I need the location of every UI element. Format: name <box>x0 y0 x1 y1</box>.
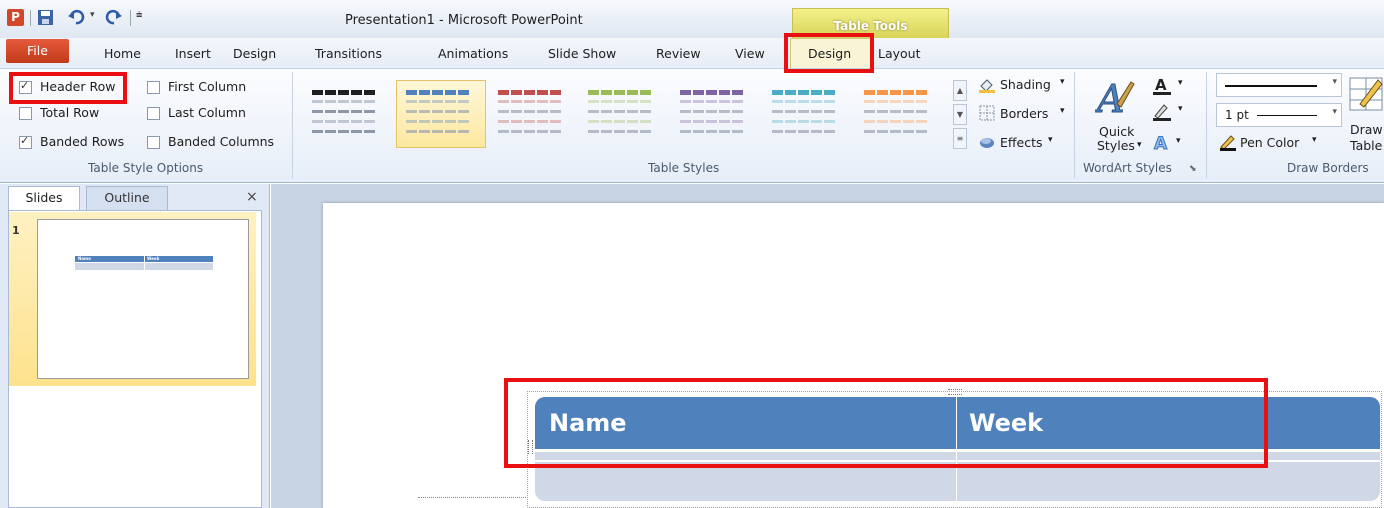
tab-animations[interactable]: Animations <box>438 46 508 61</box>
effects-label[interactable]: Effects <box>1000 135 1043 150</box>
save-icon[interactable] <box>37 9 54 26</box>
table-style-6[interactable] <box>770 86 836 140</box>
highlight-header-row-option <box>9 72 127 104</box>
pen-weight-dropdown-icon: ▾ <box>1332 107 1337 117</box>
tab-insert[interactable]: Insert <box>175 46 211 61</box>
slide-thumbnail[interactable]: Name Week <box>37 219 249 379</box>
slide-number: 1 <box>12 224 20 237</box>
pen-weight-dropdown[interactable]: 1 pt ▾ <box>1216 103 1342 127</box>
undo-dropdown-icon[interactable]: ▾ <box>90 10 95 20</box>
table-style-4[interactable] <box>586 86 652 140</box>
borders-label[interactable]: Borders <box>1000 106 1048 121</box>
pen-style-line <box>1225 85 1317 87</box>
svg-text:A: A <box>1155 76 1167 94</box>
window-title: Presentation1 - Microsoft PowerPoint <box>345 13 583 28</box>
table-style-5[interactable] <box>678 86 744 140</box>
quick-styles-label-line2[interactable]: Styles <box>1097 138 1135 153</box>
tab-review[interactable]: Review <box>656 46 701 61</box>
quick-styles-label-line1[interactable]: Quick <box>1099 124 1134 139</box>
placeholder-border <box>418 497 528 498</box>
effects-icon[interactable] <box>979 134 995 150</box>
banded-columns-checkbox[interactable] <box>147 136 160 149</box>
last-column-checkbox[interactable] <box>147 107 160 120</box>
first-column-label[interactable]: First Column <box>168 79 246 94</box>
undo-icon[interactable] <box>68 9 85 26</box>
draw-table-label-line2[interactable]: Table <box>1350 138 1382 153</box>
wordart-dialog-launcher-icon[interactable]: ⬊ <box>1189 164 1197 174</box>
shading-dropdown-icon[interactable]: ▾ <box>1060 77 1065 87</box>
table-style-3[interactable] <box>496 86 562 140</box>
gallery-scroll-down-icon[interactable]: ▼ <box>953 104 967 125</box>
borders-icon[interactable] <box>979 105 995 121</box>
tab-slides[interactable]: Slides <box>8 186 80 210</box>
text-outline-dropdown-icon[interactable]: ▾ <box>1178 104 1183 114</box>
table-style-1[interactable] <box>310 86 376 140</box>
close-pane-icon[interactable]: × <box>246 189 258 205</box>
table-style-options-group-label: Table Style Options <box>88 161 204 175</box>
table-styles-group-label: Table Styles <box>648 161 720 175</box>
powerpoint-logo-icon[interactable]: P <box>7 9 24 26</box>
wordart-styles-group-label: WordArt Styles <box>1083 161 1172 175</box>
group-separator <box>292 72 293 178</box>
thumbnail-name-text: Name <box>78 256 91 261</box>
shading-icon[interactable] <box>978 77 996 93</box>
shading-label[interactable]: Shading <box>1000 77 1051 92</box>
tab-outline[interactable]: Outline <box>86 186 168 210</box>
banded-rows-checkbox[interactable] <box>19 134 32 149</box>
group-separator <box>1074 72 1075 178</box>
text-effects-icon[interactable]: A <box>1152 132 1172 153</box>
total-row-label[interactable]: Total Row <box>40 105 99 120</box>
pen-style-dropdown-icon: ▾ <box>1332 77 1337 87</box>
table-style-7[interactable] <box>862 86 928 140</box>
first-column-checkbox[interactable] <box>147 81 160 94</box>
quick-styles-wordart-icon[interactable]: A <box>1095 76 1135 120</box>
title-bar <box>0 0 1384 38</box>
draw-table-label-line1[interactable]: Draw <box>1350 122 1383 137</box>
effects-dropdown-icon[interactable]: ▾ <box>1048 135 1053 145</box>
banded-rows-label[interactable]: Banded Rows <box>40 134 124 149</box>
text-outline-icon[interactable] <box>1152 102 1172 122</box>
thumbnail-week-text: Week <box>147 256 160 261</box>
tab-table-layout[interactable]: Layout <box>878 46 921 61</box>
table-tools-label: Table Tools <box>833 19 908 33</box>
group-separator <box>1206 72 1207 178</box>
pen-style-dropdown[interactable]: ▾ <box>1216 73 1342 97</box>
highlight-table-header <box>504 378 1268 468</box>
thumbnail-table-divider <box>144 256 145 270</box>
svg-text:A: A <box>1154 134 1168 152</box>
tab-view[interactable]: View <box>735 46 765 61</box>
pen-weight-value: 1 pt <box>1225 108 1249 122</box>
tab-design[interactable]: Design <box>233 46 276 61</box>
draw-table-icon[interactable] <box>1346 74 1384 114</box>
borders-dropdown-icon[interactable]: ▾ <box>1060 106 1065 116</box>
pen-color-dropdown-icon[interactable]: ▾ <box>1312 135 1317 145</box>
text-fill-icon[interactable]: A <box>1152 76 1172 96</box>
total-row-checkbox[interactable] <box>19 107 32 120</box>
tab-transitions[interactable]: Transitions <box>315 46 382 61</box>
tab-home[interactable]: Home <box>104 46 141 61</box>
customize-qat-icon[interactable]: ⩧ <box>136 8 142 22</box>
tab-slide-show[interactable]: Slide Show <box>548 46 616 61</box>
redo-icon[interactable] <box>105 9 122 26</box>
text-fill-dropdown-icon[interactable]: ▾ <box>1178 78 1183 88</box>
table-style-2[interactable] <box>404 86 470 140</box>
text-effects-dropdown-icon[interactable]: ▾ <box>1176 136 1181 146</box>
qat-separator <box>30 10 31 26</box>
highlight-design-tab <box>784 33 874 73</box>
qat-separator-2 <box>130 10 131 26</box>
last-column-label[interactable]: Last Column <box>168 105 246 120</box>
tab-file[interactable]: File <box>6 39 69 63</box>
draw-borders-group-label: Draw Borders <box>1287 161 1369 175</box>
gallery-more-icon[interactable]: ≡ <box>953 128 967 149</box>
pen-color-label[interactable]: Pen Color <box>1240 135 1299 150</box>
quick-styles-dropdown-icon[interactable]: ▾ <box>1137 140 1142 150</box>
gallery-scroll-up-icon[interactable]: ▲ <box>953 80 967 101</box>
pen-color-icon[interactable] <box>1219 133 1237 151</box>
pen-weight-line <box>1257 115 1317 116</box>
banded-columns-label[interactable]: Banded Columns <box>168 134 274 149</box>
